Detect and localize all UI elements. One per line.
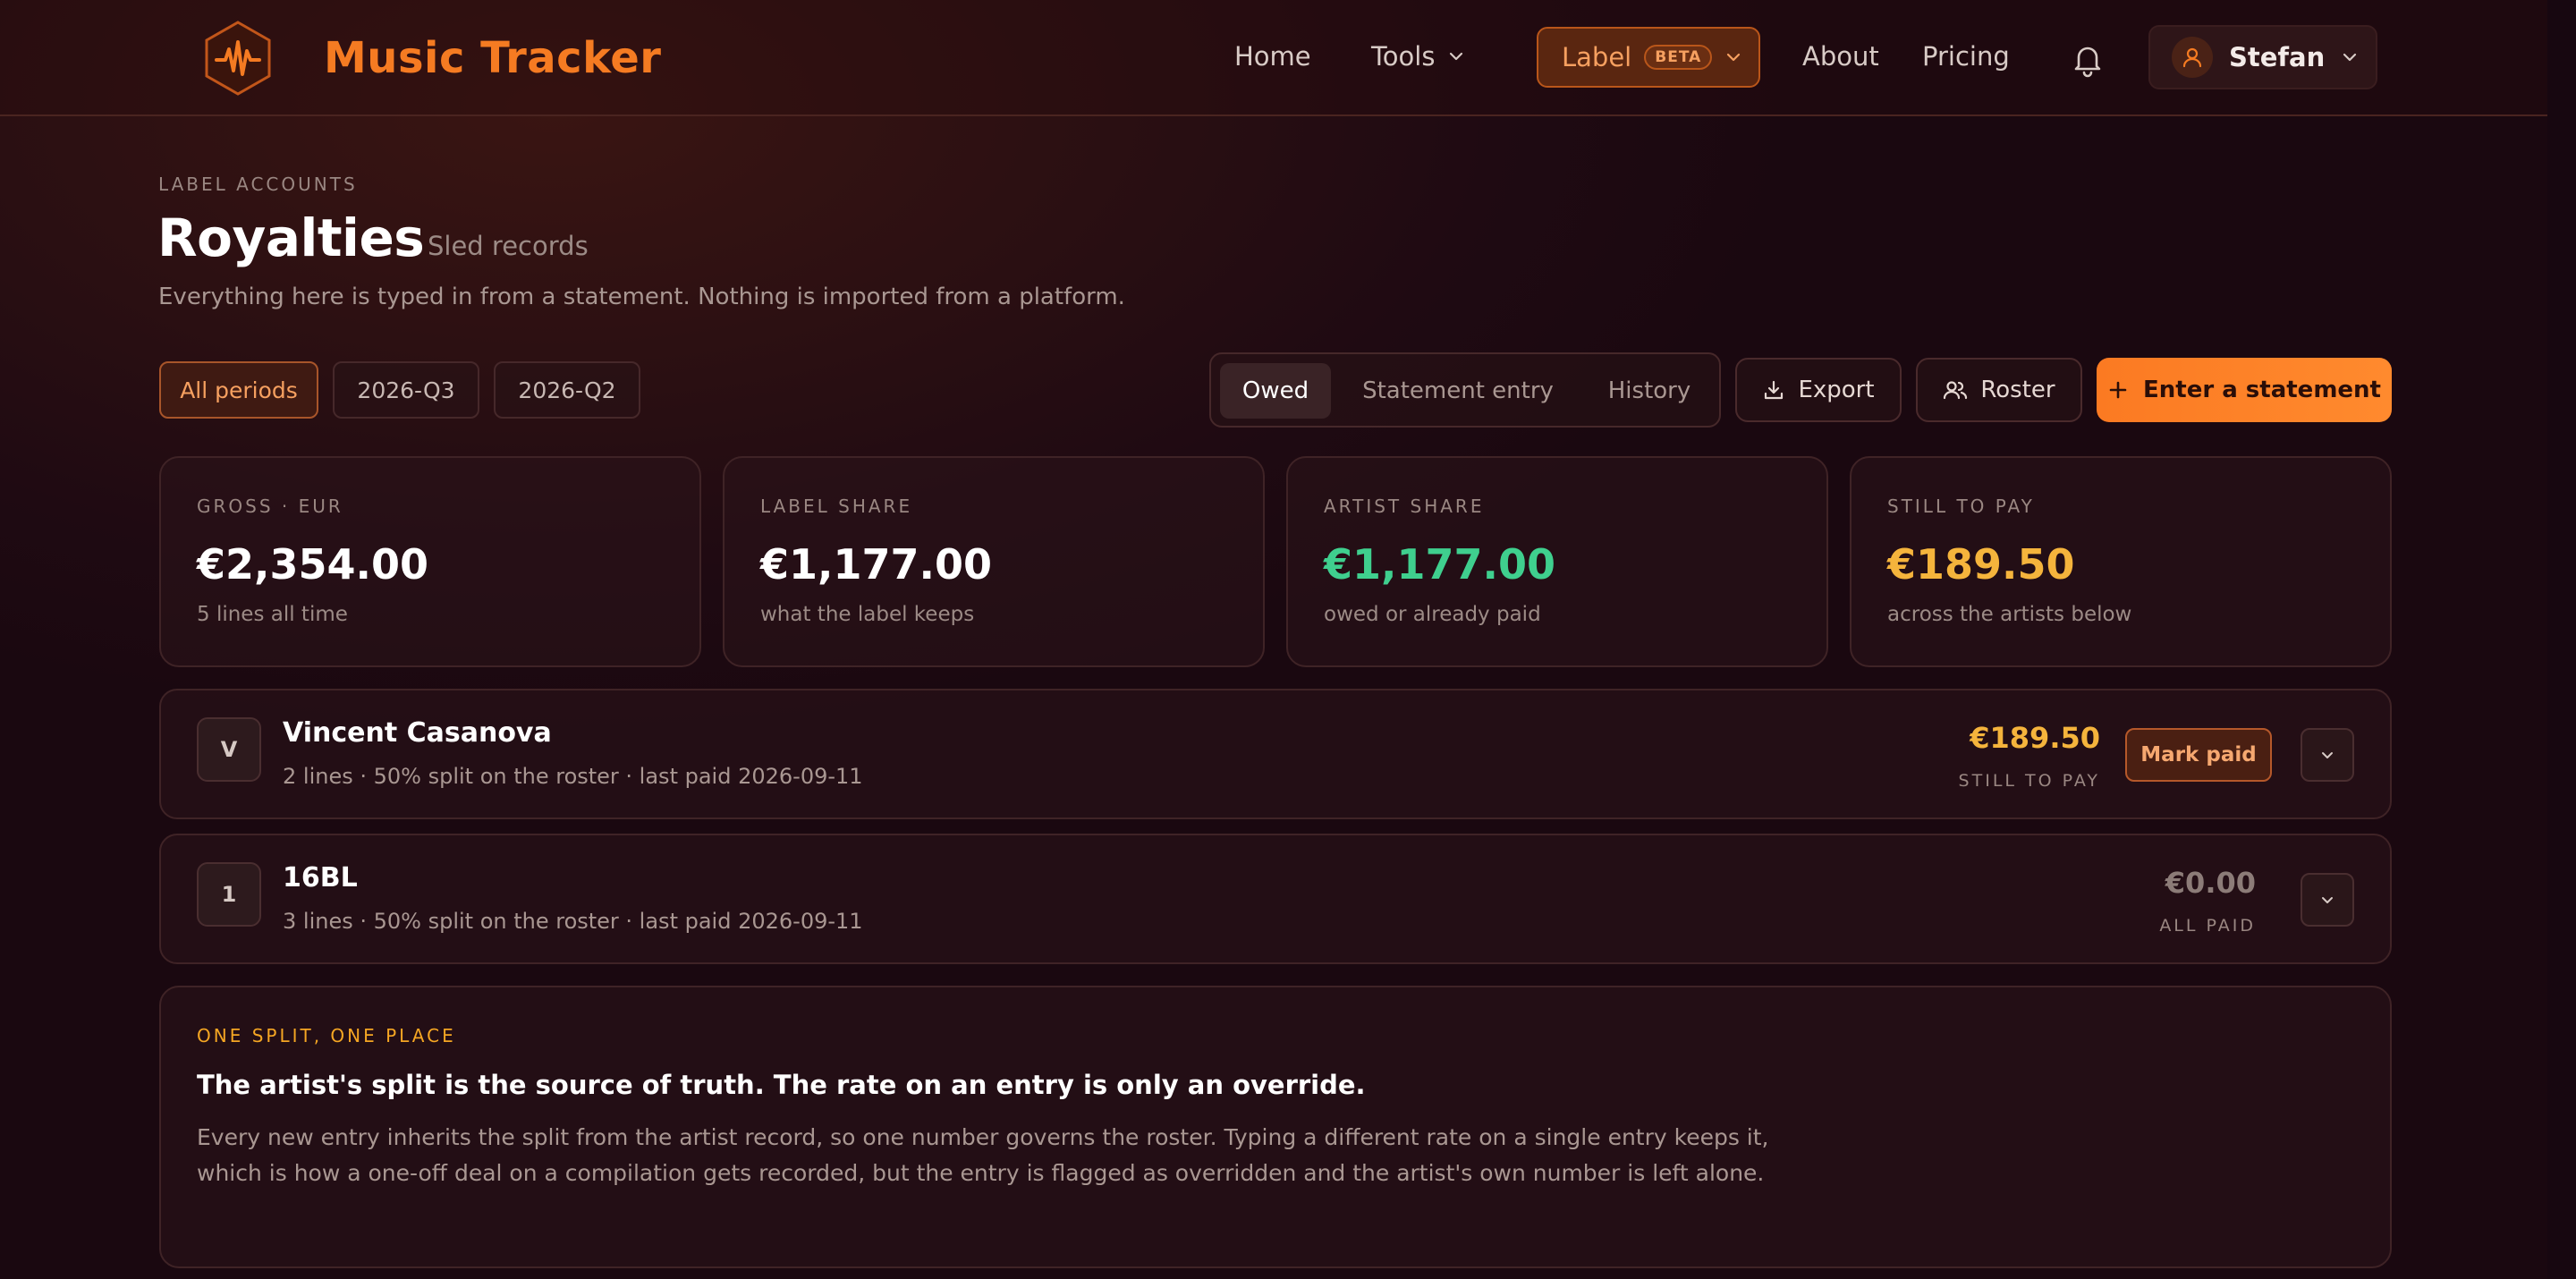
stat-note: what the label keeps: [760, 603, 975, 626]
download-icon: [1765, 380, 1784, 400]
tab-statement-entry[interactable]: Statement entry: [1336, 363, 1580, 419]
period-chip-all[interactable]: All periods: [159, 361, 318, 419]
waveform-logo-icon: [199, 19, 277, 97]
stat-card-gross: GROSS · EUR €2,354.00 5 lines all time: [159, 456, 701, 667]
split-info-card: ONE SPLIT, ONE PLACE The artist's split …: [159, 986, 2392, 1268]
page-description: Everything here is typed in from a state…: [158, 284, 1125, 310]
artist-initial-avatar: V: [197, 717, 261, 782]
nav-about[interactable]: About: [1802, 34, 1879, 79]
mark-paid-button[interactable]: Mark paid: [2125, 728, 2272, 782]
nav-tools-label: Tools: [1371, 41, 1436, 72]
period-chip-2026-q2[interactable]: 2026-Q2: [494, 361, 640, 419]
user-menu[interactable]: Stefan: [2148, 25, 2377, 89]
enter-statement-label: Enter a statement: [2143, 377, 2381, 403]
artist-amount: €189.50: [1970, 721, 2100, 755]
beta-badge: BETA: [1644, 45, 1713, 70]
chevron-down-icon: [2322, 897, 2333, 903]
users-icon: [1944, 381, 1968, 400]
nav-label-text: Label: [1562, 42, 1632, 72]
notification-bell-icon[interactable]: [2068, 39, 2107, 79]
tab-history[interactable]: History: [1585, 363, 1714, 419]
period-chip-2026-q3[interactable]: 2026-Q3: [333, 361, 479, 419]
page-title: Royalties: [157, 208, 425, 268]
info-title: The artist's split is the source of trut…: [197, 1070, 1366, 1100]
stat-value: €2,354.00: [197, 540, 428, 589]
artist-row[interactable]: 1 16BL 3 lines · 50% split on the roster…: [159, 834, 2392, 964]
stat-note: 5 lines all time: [197, 603, 348, 626]
roster-label: Roster: [1980, 377, 2055, 403]
nav-about-label: About: [1802, 41, 1879, 72]
stat-note: across the artists below: [1887, 603, 2132, 626]
artist-meta: 3 lines · 50% split on the roster · last…: [283, 909, 863, 934]
expand-row-button[interactable]: [2301, 728, 2354, 782]
nav-pricing[interactable]: Pricing: [1922, 34, 2010, 79]
artist-name: 16BL: [283, 862, 358, 894]
stat-value: €1,177.00: [760, 540, 992, 589]
nav-pricing-label: Pricing: [1922, 41, 2010, 72]
enter-statement-button[interactable]: Enter a statement: [2097, 358, 2392, 422]
top-navbar: Music Tracker Home Tools Label BETA Abou…: [0, 0, 2547, 116]
chevron-down-icon: [1727, 53, 1741, 62]
nav-label-menu[interactable]: Label BETA: [1537, 27, 1760, 88]
nav-home-label: Home: [1234, 41, 1311, 72]
brand[interactable]: Music Tracker: [199, 18, 661, 98]
stat-value: €1,177.00: [1324, 540, 1555, 589]
export-label: Export: [1798, 377, 1875, 403]
section-eyebrow: LABEL ACCOUNTS: [158, 174, 358, 195]
artist-amount-status: ALL PAID: [2159, 916, 2256, 936]
chevron-down-icon: [2343, 53, 2357, 62]
stat-note: owed or already paid: [1324, 603, 1541, 626]
expand-row-button[interactable]: [2301, 873, 2354, 927]
nav-home[interactable]: Home: [1234, 34, 1311, 79]
tab-owed[interactable]: Owed: [1220, 363, 1331, 419]
artist-meta: 2 lines · 50% split on the roster · last…: [283, 764, 863, 789]
label-name: Sled records: [428, 231, 589, 261]
stat-card-still-to-pay: STILL TO PAY €189.50 across the artists …: [1850, 456, 2392, 667]
artist-amount-status: STILL TO PAY: [1958, 771, 2100, 791]
artist-name: Vincent Casanova: [283, 717, 552, 749]
plus-icon: [2109, 381, 2127, 399]
chevron-down-icon: [2322, 752, 2333, 758]
export-button[interactable]: Export: [1735, 358, 1902, 422]
user-name: Stefan: [2229, 42, 2326, 72]
view-tabs: Owed Statement entry History: [1209, 352, 1721, 428]
user-avatar-icon: [2172, 37, 2213, 78]
brand-name: Music Tracker: [324, 33, 662, 83]
stat-label: STILL TO PAY: [1887, 496, 2035, 517]
stat-card-label-share: LABEL SHARE €1,177.00 what the label kee…: [723, 456, 1265, 667]
stat-label: GROSS · EUR: [197, 496, 343, 517]
stat-label: ARTIST SHARE: [1324, 496, 1485, 517]
scrollbar-track[interactable]: [2547, 0, 2576, 1279]
info-body: Every new entry inherits the split from …: [197, 1124, 1769, 1186]
artist-row[interactable]: V Vincent Casanova 2 lines · 50% split o…: [159, 689, 2392, 819]
stat-value: €189.50: [1887, 540, 2075, 589]
stat-card-artist-share: ARTIST SHARE €1,177.00 owed or already p…: [1286, 456, 1828, 667]
stat-label: LABEL SHARE: [760, 496, 913, 517]
nav-tools[interactable]: Tools: [1371, 34, 1465, 79]
artist-initial-avatar: 1: [197, 862, 261, 927]
chevron-down-icon: [1450, 52, 1463, 61]
info-eyebrow: ONE SPLIT, ONE PLACE: [197, 1025, 456, 1046]
roster-button[interactable]: Roster: [1916, 358, 2082, 422]
artist-amount: €0.00: [2165, 866, 2256, 900]
